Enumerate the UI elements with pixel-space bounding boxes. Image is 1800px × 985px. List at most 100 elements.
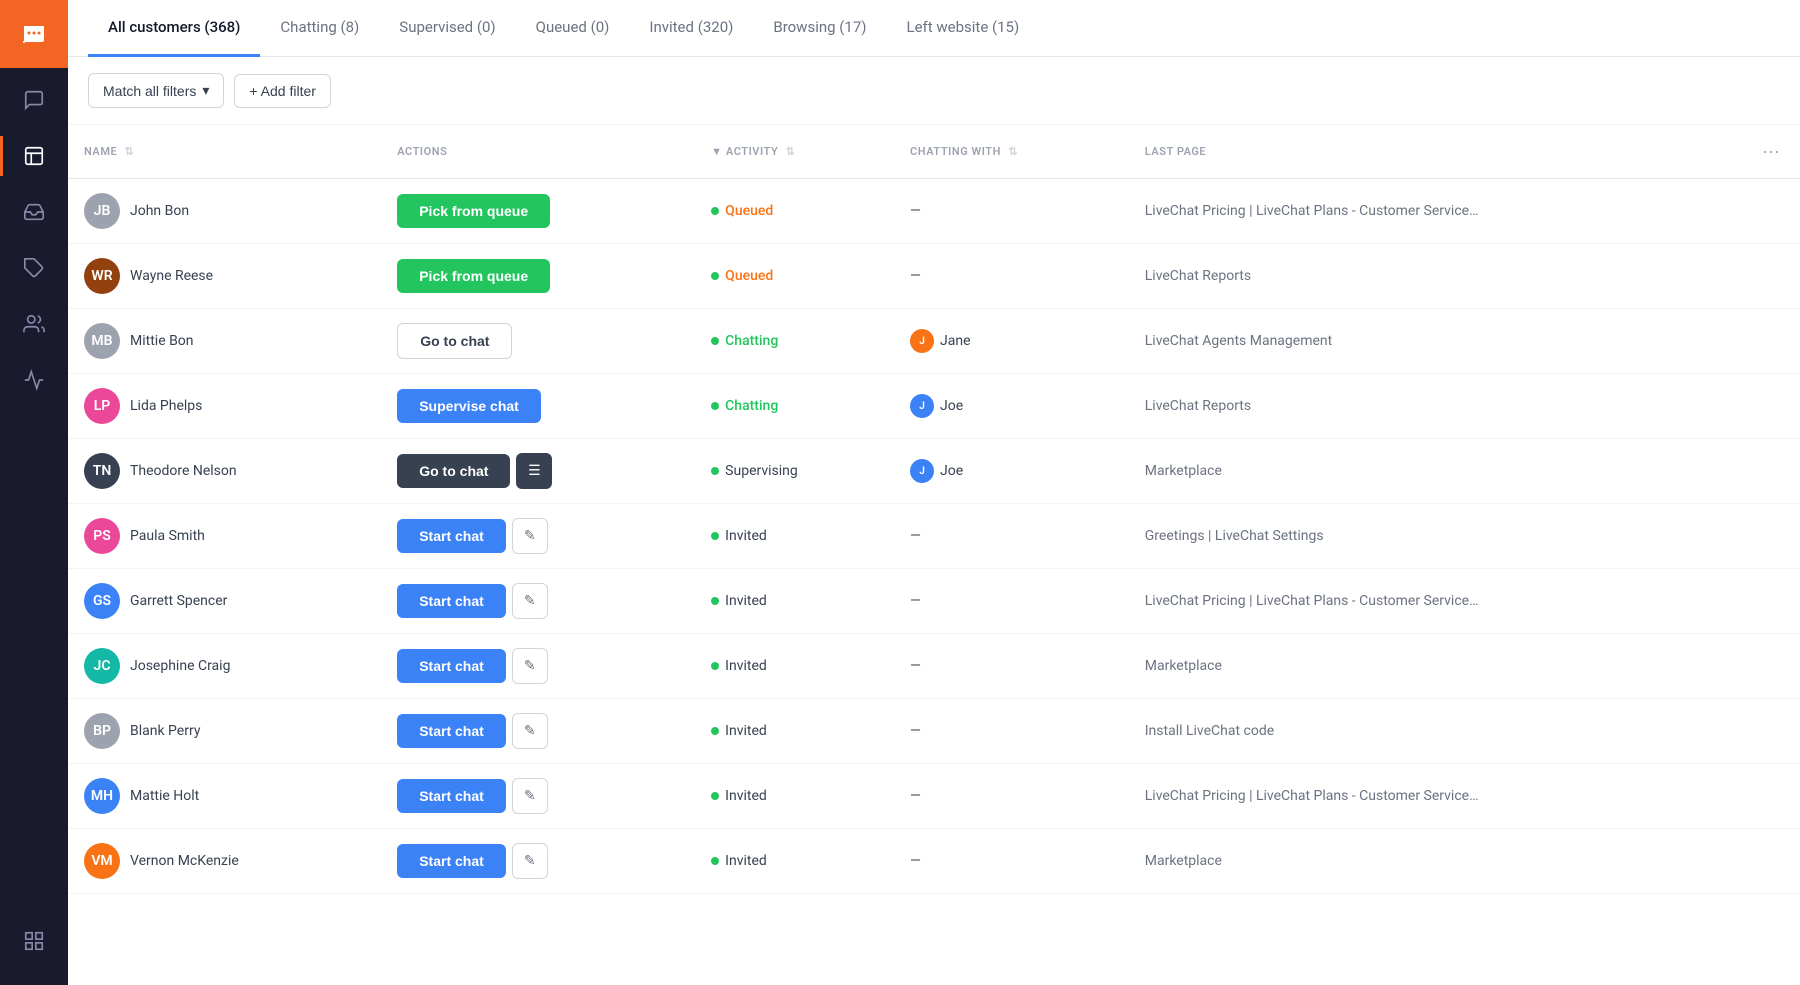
- table-row: LPLida Phelps Supervise chat Chatting J Joe L…: [68, 374, 1800, 439]
- activity-cell: Invited: [695, 829, 894, 894]
- tab-chatting[interactable]: Chatting (8): [260, 0, 379, 57]
- status-dot: [711, 402, 719, 410]
- row-more-cell: [1742, 764, 1800, 829]
- app-logo[interactable]: [0, 0, 68, 68]
- last-page-cell: Greetings | LiveChat Settings: [1129, 504, 1742, 569]
- avatar: VM: [84, 843, 120, 879]
- agent-avatar: J: [910, 459, 934, 483]
- match-all-filters-button[interactable]: Match all filters ▾: [88, 73, 224, 108]
- last-page-cell: Install LiveChat code: [1129, 699, 1742, 764]
- table-row: MHMattie HoltStart chat✎Invited—LiveChat…: [68, 764, 1800, 829]
- sidebar-item-apps[interactable]: [0, 913, 68, 969]
- agent-avatar: J: [910, 329, 934, 353]
- avatar: BP: [84, 713, 120, 749]
- start-chat-button[interactable]: Start chat: [397, 714, 506, 748]
- start-chat-button[interactable]: Start chat: [397, 779, 506, 813]
- row-more-cell: [1742, 504, 1800, 569]
- sidebar-item-chat[interactable]: [0, 72, 68, 128]
- col-header-chatting: CHATTING WITH ⇅: [894, 125, 1129, 179]
- pick-from-queue-button[interactable]: Pick from queue: [397, 259, 550, 293]
- tab-left-website[interactable]: Left website (15): [887, 0, 1040, 57]
- activity-cell: Invited: [695, 634, 894, 699]
- name-cell: LPLida Phelps: [68, 374, 381, 439]
- start-chat-button[interactable]: Start chat: [397, 844, 506, 878]
- add-filter-button[interactable]: + Add filter: [234, 74, 331, 108]
- edit-invite-button[interactable]: ✎: [512, 843, 548, 879]
- action-cell: Pick from queue: [381, 179, 695, 244]
- activity-cell: Invited: [695, 504, 894, 569]
- table-row: PSPaula SmithStart chat✎Invited—Greeting…: [68, 504, 1800, 569]
- secondary-action-button[interactable]: ☰: [516, 453, 552, 489]
- name-cell: BPBlank Perry: [68, 699, 381, 764]
- col-header-lastpage: LAST PAGE: [1129, 125, 1742, 179]
- col-header-name: NAME ⇅: [68, 125, 381, 179]
- table-row: JCJosephine CraigStart chat✎Invited—Mark…: [68, 634, 1800, 699]
- chatting-with-cell: —: [894, 764, 1129, 829]
- last-page-cell: LiveChat Reports: [1129, 374, 1742, 439]
- action-cell: Pick from queue: [381, 244, 695, 309]
- activity-label: Invited: [725, 853, 767, 869]
- status-dot: [711, 272, 719, 280]
- chatting-with-cell: —: [894, 829, 1129, 894]
- avatar: LP: [84, 388, 120, 424]
- name-cell: JBJohn Bon: [68, 179, 381, 244]
- start-chat-button[interactable]: Start chat: [397, 519, 506, 553]
- activity-label: Queued: [725, 203, 773, 219]
- pick-from-queue-button[interactable]: Pick from queue: [397, 194, 550, 228]
- last-page-value: Marketplace: [1145, 658, 1222, 674]
- go-to-chat-button[interactable]: Go to chat: [397, 323, 512, 359]
- status-dot: [711, 792, 719, 800]
- sidebar-item-reports[interactable]: [0, 352, 68, 408]
- supervise-chat-button[interactable]: Supervise chat: [397, 389, 541, 423]
- edit-invite-button[interactable]: ✎: [512, 778, 548, 814]
- more-columns-button[interactable]: ···: [1758, 137, 1784, 166]
- customer-name: Vernon McKenzie: [130, 853, 239, 869]
- sidebar-item-tickets[interactable]: [0, 240, 68, 296]
- last-page-value: Marketplace: [1145, 463, 1222, 479]
- edit-invite-button[interactable]: ✎: [512, 518, 548, 554]
- status-dot: [711, 467, 719, 475]
- chatting-with-cell: —: [894, 569, 1129, 634]
- name-cell: MHMattie Holt: [68, 764, 381, 829]
- last-page-value: LiveChat Pricing | LiveChat Plans - Cust…: [1145, 593, 1479, 609]
- name-cell: GSGarrett Spencer: [68, 569, 381, 634]
- col-header-actions: ACTIONS: [381, 125, 695, 179]
- activity-label: Invited: [725, 528, 767, 544]
- filter-bar: Match all filters ▾ + Add filter: [68, 57, 1800, 125]
- table-row: MBMittie BonGo to chatChattingJJaneLiveC…: [68, 309, 1800, 374]
- sidebar: [0, 0, 68, 985]
- tab-browsing[interactable]: Browsing (17): [753, 0, 886, 57]
- activity-cell: Invited: [695, 764, 894, 829]
- edit-invite-button[interactable]: ✎: [512, 713, 548, 749]
- start-chat-button[interactable]: Start chat: [397, 649, 506, 683]
- sidebar-item-customers[interactable]: [0, 128, 68, 184]
- agent-name: Joe: [940, 463, 963, 479]
- tab-all-customers[interactable]: All customers (368): [88, 0, 260, 57]
- action-cell: Go to chat☰: [381, 439, 695, 504]
- customer-name: John Bon: [130, 203, 189, 219]
- agent-name: Joe: [940, 398, 963, 414]
- status-dot: [711, 727, 719, 735]
- activity-label: Invited: [725, 723, 767, 739]
- action-cell: Go to chat: [381, 309, 695, 374]
- last-page-value: Install LiveChat code: [1145, 723, 1274, 739]
- start-chat-button[interactable]: Start chat: [397, 584, 506, 618]
- sidebar-item-team[interactable]: [0, 296, 68, 352]
- activity-cell: Chatting: [695, 374, 894, 439]
- activity-cell: Supervising: [695, 439, 894, 504]
- sidebar-item-inbox[interactable]: [0, 184, 68, 240]
- tab-queued[interactable]: Queued (0): [516, 0, 630, 57]
- tab-invited[interactable]: Invited (320): [629, 0, 753, 57]
- edit-invite-button[interactable]: ✎: [512, 583, 548, 619]
- go-to-chat-button[interactable]: Go to chat: [397, 454, 510, 488]
- last-page-cell: Marketplace: [1129, 634, 1742, 699]
- name-cell: WRWayne Reese: [68, 244, 381, 309]
- agent-avatar: J: [910, 394, 934, 418]
- tab-supervised[interactable]: Supervised (0): [379, 0, 515, 57]
- agent-name: Jane: [940, 333, 971, 349]
- row-more-cell: [1742, 179, 1800, 244]
- action-cell: Supervise chat: [381, 374, 695, 439]
- avatar: WR: [84, 258, 120, 294]
- edit-invite-button[interactable]: ✎: [512, 648, 548, 684]
- activity-cell: Queued: [695, 244, 894, 309]
